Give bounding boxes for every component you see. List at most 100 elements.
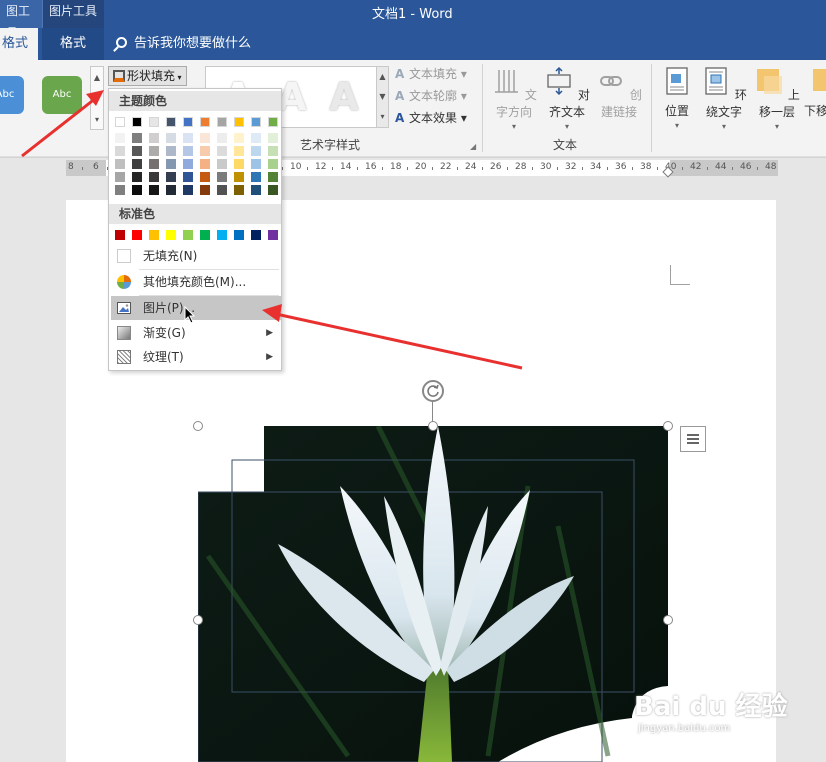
- theme-color-swatch[interactable]: [268, 117, 278, 127]
- create-link-button[interactable]: 创建链接: [594, 66, 644, 120]
- theme-shade-swatch[interactable]: [268, 146, 278, 156]
- standard-color-swatch[interactable]: [217, 230, 227, 240]
- text-effect-button[interactable]: A 文本效果 ▾: [395, 108, 467, 128]
- theme-shade-swatch[interactable]: [217, 172, 227, 182]
- shape-styles-scroller[interactable]: ▲ ▼ ▾: [90, 66, 104, 130]
- theme-shade-swatch[interactable]: [200, 146, 210, 156]
- theme-shade-swatch[interactable]: [166, 172, 176, 182]
- standard-color-swatch[interactable]: [268, 230, 278, 240]
- shape-fill-button[interactable]: 形状填充 ▾: [108, 66, 187, 86]
- standard-color-swatch[interactable]: [251, 230, 261, 240]
- theme-color-swatch[interactable]: [251, 117, 261, 127]
- position-button[interactable]: 位置 ▾: [660, 66, 694, 130]
- resize-handle-top[interactable]: [428, 421, 438, 431]
- layout-options-icon[interactable]: [680, 426, 706, 452]
- standard-color-swatch[interactable]: [149, 230, 159, 240]
- theme-color-swatch[interactable]: [217, 117, 227, 127]
- send-backward-button[interactable]: 下移: [804, 66, 826, 119]
- menu-item-no-fill[interactable]: 无填充(N): [111, 244, 281, 268]
- wordart-gallery-scroller[interactable]: ▲ ▼ ▾: [376, 66, 389, 128]
- theme-shade-swatch[interactable]: [251, 133, 261, 143]
- resize-handle-left[interactable]: [193, 615, 203, 625]
- text-direction-button[interactable]: 文字方向 ▾: [488, 66, 540, 131]
- theme-shade-swatch[interactable]: [217, 159, 227, 169]
- bring-forward-button[interactable]: 上移一层 ▾: [752, 66, 802, 131]
- theme-shade-swatch[interactable]: [115, 185, 125, 195]
- theme-shade-swatch[interactable]: [166, 133, 176, 143]
- theme-shade-swatch[interactable]: [234, 185, 244, 195]
- theme-color-swatch[interactable]: [166, 117, 176, 127]
- menu-item-more-colors[interactable]: 其他填充颜色(M)...: [111, 270, 281, 294]
- theme-color-swatch[interactable]: [200, 117, 210, 127]
- align-text-button[interactable]: 对齐文本 ▾: [542, 66, 592, 131]
- standard-color-swatch[interactable]: [234, 230, 244, 240]
- theme-shade-swatch[interactable]: [183, 172, 193, 182]
- theme-shade-swatch[interactable]: [200, 172, 210, 182]
- theme-shade-swatch[interactable]: [268, 133, 278, 143]
- theme-shade-swatch[interactable]: [166, 185, 176, 195]
- tell-me-box[interactable]: 告诉我你想要做什么: [116, 28, 251, 60]
- tab-format-picture[interactable]: 格式: [42, 28, 104, 60]
- resize-handle-top-right[interactable]: [663, 421, 673, 431]
- theme-shade-swatch[interactable]: [234, 146, 244, 156]
- theme-shade-swatch[interactable]: [115, 133, 125, 143]
- gallery-more-icon[interactable]: ▾: [91, 109, 103, 130]
- theme-shade-swatch[interactable]: [268, 159, 278, 169]
- shape-style-green[interactable]: Abc: [42, 76, 82, 114]
- wordart-style-3[interactable]: A: [320, 73, 368, 121]
- menu-item-picture[interactable]: 图片(P)...: [111, 296, 281, 320]
- theme-shade-swatch[interactable]: [268, 185, 278, 195]
- scroll-up-icon[interactable]: ▲: [91, 67, 103, 88]
- standard-color-swatch[interactable]: [166, 230, 176, 240]
- shape-style-blue[interactable]: Abc: [0, 76, 24, 114]
- theme-color-swatch[interactable]: [183, 117, 193, 127]
- theme-shade-swatch[interactable]: [251, 185, 261, 195]
- theme-shade-swatch[interactable]: [234, 159, 244, 169]
- theme-shade-swatch[interactable]: [251, 172, 261, 182]
- theme-shade-swatch[interactable]: [132, 172, 142, 182]
- theme-shade-swatch[interactable]: [166, 146, 176, 156]
- resize-handle-right[interactable]: [663, 615, 673, 625]
- theme-shade-swatch[interactable]: [132, 133, 142, 143]
- rotate-handle-icon[interactable]: [422, 380, 444, 402]
- dialog-launcher-icon[interactable]: ◢: [470, 142, 476, 151]
- theme-shade-swatch[interactable]: [234, 172, 244, 182]
- theme-shade-swatch[interactable]: [217, 185, 227, 195]
- tab-format-drawing[interactable]: 格式: [0, 28, 38, 60]
- scroll-down-icon[interactable]: ▼: [377, 87, 388, 107]
- theme-shade-swatch[interactable]: [183, 185, 193, 195]
- theme-color-swatch[interactable]: [149, 117, 159, 127]
- menu-item-texture[interactable]: 纹理(T) ▶: [111, 345, 281, 369]
- theme-shade-swatch[interactable]: [183, 159, 193, 169]
- theme-shade-swatch[interactable]: [149, 146, 159, 156]
- theme-shade-swatch[interactable]: [149, 185, 159, 195]
- selected-picture[interactable]: [198, 426, 668, 762]
- theme-shade-swatch[interactable]: [200, 133, 210, 143]
- standard-color-swatch[interactable]: [115, 230, 125, 240]
- text-outline-button[interactable]: A 文本轮廓 ▾: [395, 86, 467, 106]
- scroll-up-icon[interactable]: ▲: [377, 67, 388, 87]
- theme-color-swatch[interactable]: [234, 117, 244, 127]
- scroll-down-icon[interactable]: ▼: [91, 88, 103, 109]
- standard-color-swatch[interactable]: [183, 230, 193, 240]
- theme-shade-swatch[interactable]: [251, 159, 261, 169]
- theme-shade-swatch[interactable]: [217, 133, 227, 143]
- theme-shade-swatch[interactable]: [149, 172, 159, 182]
- theme-color-swatch[interactable]: [115, 117, 125, 127]
- theme-shade-swatch[interactable]: [166, 159, 176, 169]
- theme-shade-swatch[interactable]: [149, 133, 159, 143]
- theme-shade-swatch[interactable]: [132, 146, 142, 156]
- theme-shade-swatch[interactable]: [200, 159, 210, 169]
- theme-shade-swatch[interactable]: [132, 185, 142, 195]
- theme-shade-swatch[interactable]: [183, 133, 193, 143]
- theme-color-swatch[interactable]: [132, 117, 142, 127]
- text-fill-button[interactable]: A 文本填充 ▾: [395, 64, 467, 84]
- standard-color-swatch[interactable]: [132, 230, 142, 240]
- wrap-text-button[interactable]: 环绕文字 ▾: [698, 66, 750, 131]
- theme-shade-swatch[interactable]: [115, 159, 125, 169]
- standard-color-swatch[interactable]: [200, 230, 210, 240]
- theme-shade-swatch[interactable]: [115, 146, 125, 156]
- theme-shade-swatch[interactable]: [115, 172, 125, 182]
- theme-shade-swatch[interactable]: [183, 146, 193, 156]
- theme-shade-swatch[interactable]: [234, 133, 244, 143]
